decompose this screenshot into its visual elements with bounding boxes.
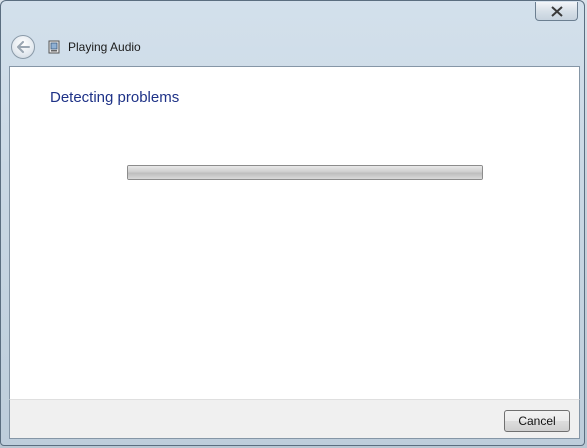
- back-arrow-icon: [17, 41, 30, 53]
- window-title: Playing Audio: [68, 40, 141, 54]
- back-button[interactable]: [11, 35, 35, 59]
- navigation-bar: Playing Audio: [8, 32, 579, 62]
- troubleshooter-window: Playing Audio Detecting problems Cancel: [0, 0, 585, 446]
- progress-fill: [128, 166, 482, 179]
- footer-bar: Cancel: [9, 399, 580, 439]
- troubleshooter-icon: [47, 40, 61, 54]
- close-icon: [550, 5, 563, 17]
- progress-bar: [127, 165, 483, 180]
- cancel-button[interactable]: Cancel: [504, 410, 570, 432]
- close-button[interactable]: [535, 2, 578, 21]
- page-heading: Detecting problems: [50, 89, 180, 106]
- content-area: Detecting problems: [9, 66, 580, 399]
